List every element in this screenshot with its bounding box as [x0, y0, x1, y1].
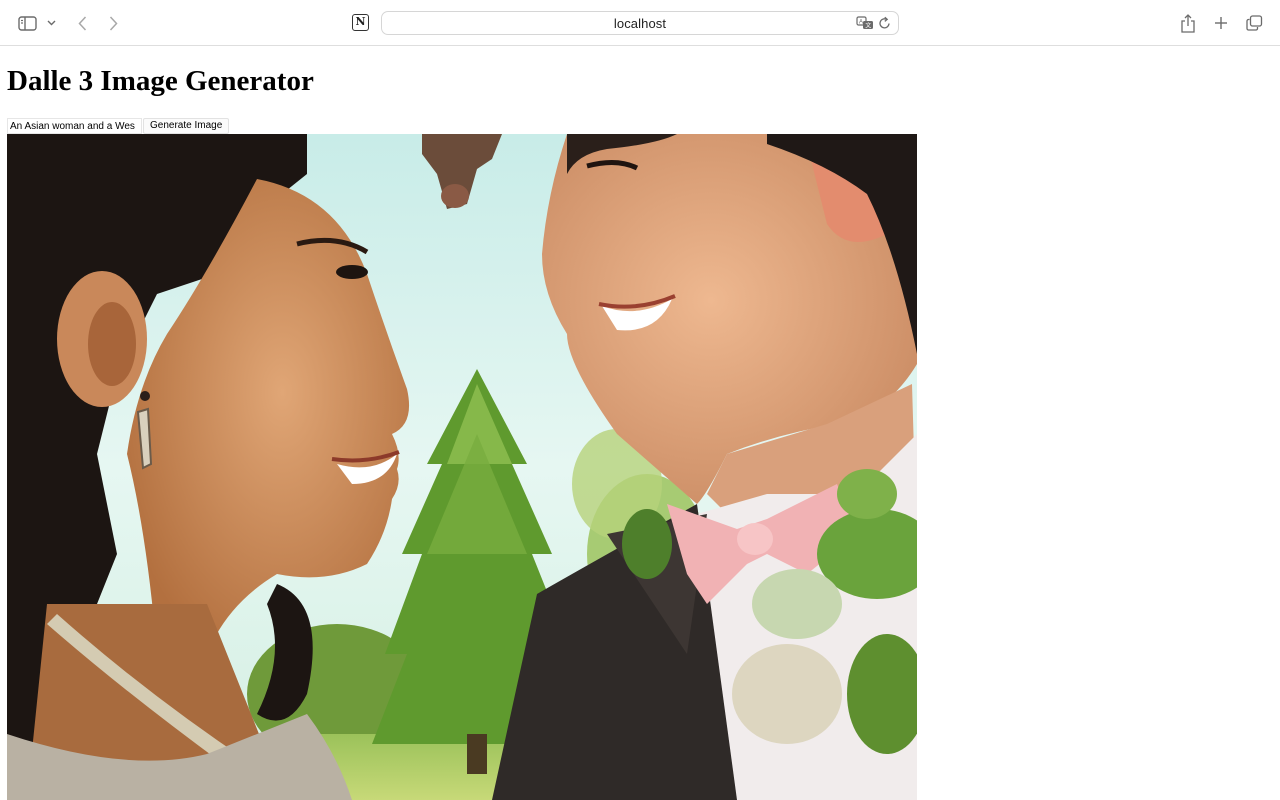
address-bar[interactable]: localhost A文	[381, 11, 899, 35]
generate-image-button[interactable]: Generate Image	[143, 118, 230, 134]
tab-overview-icon[interactable]	[1245, 14, 1264, 32]
share-icon[interactable]	[1179, 12, 1197, 34]
plus-icon[interactable]	[1212, 14, 1230, 32]
sidebar-icon[interactable]	[17, 14, 37, 32]
prompt-input[interactable]	[7, 118, 142, 134]
generated-image	[7, 134, 917, 800]
chevron-down-icon[interactable]	[45, 17, 57, 29]
translate-icon[interactable]: A文	[856, 15, 874, 36]
forward-arrow-icon[interactable]	[105, 14, 121, 32]
generate-form: Generate Image	[7, 118, 230, 134]
back-arrow-icon[interactable]	[74, 14, 90, 32]
svg-text:A: A	[859, 20, 863, 26]
page-title: Dalle 3 Image Generator	[7, 65, 314, 97]
url-text: localhost	[613, 15, 667, 31]
reload-icon[interactable]	[878, 15, 892, 36]
notion-icon[interactable]: N	[352, 14, 369, 31]
svg-text:文: 文	[865, 22, 871, 30]
browser-toolbar: N localhost A文	[0, 0, 1280, 46]
